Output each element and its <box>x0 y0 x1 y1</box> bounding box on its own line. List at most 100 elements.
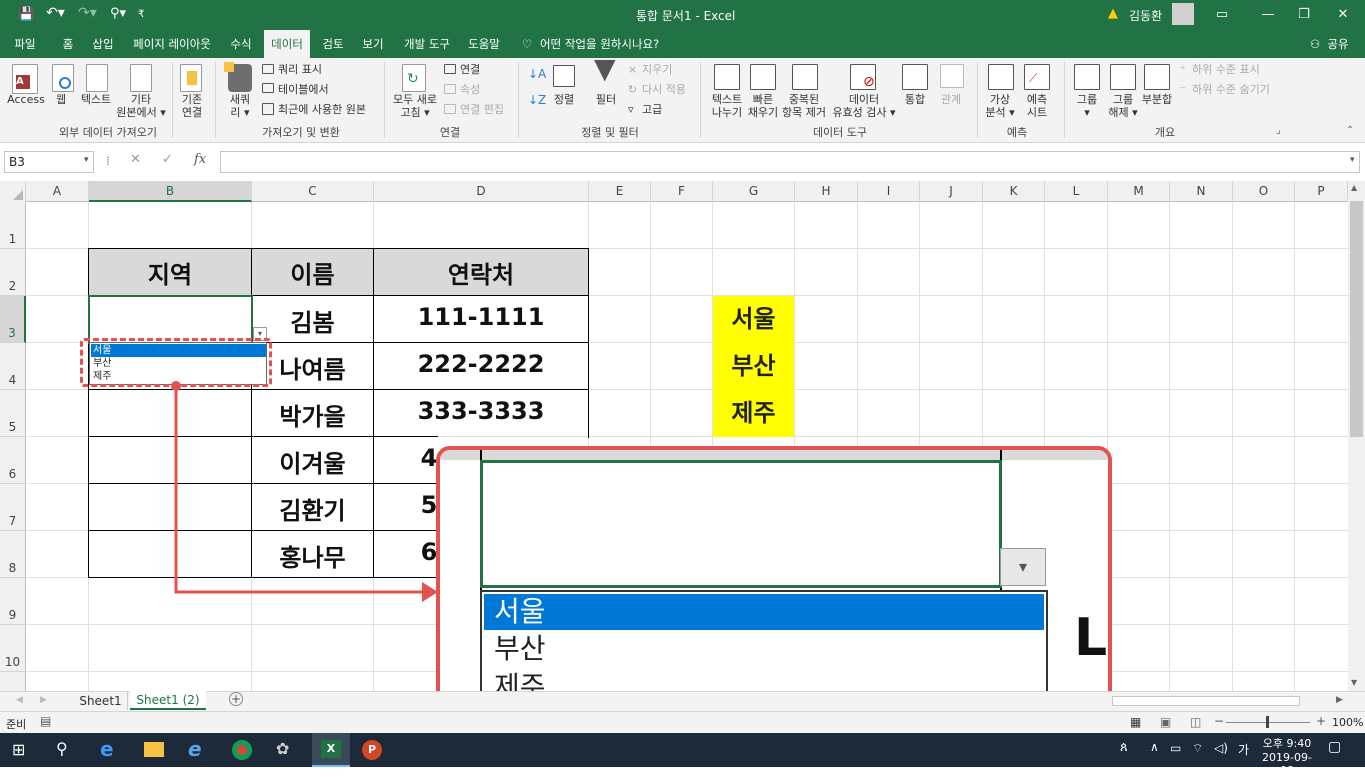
tab-view[interactable]: 보기 <box>358 30 388 58</box>
column-header[interactable]: K <box>983 181 1045 202</box>
row-header[interactable]: 8 <box>0 531 26 578</box>
save-icon[interactable]: 💾 <box>18 7 34 22</box>
tab-help[interactable]: 도움말 <box>464 30 504 58</box>
show-queries-button[interactable]: 쿼리 표시 <box>278 63 322 76</box>
sheet-tab[interactable]: Sheet1 <box>74 692 128 710</box>
scroll-down-icon[interactable]: ▼ <box>1351 678 1357 687</box>
refresh-all-button[interactable]: 모두 새로 고침 ▾ <box>390 93 440 119</box>
tab-file[interactable]: 파일 <box>8 30 42 58</box>
zoom-slider-thumb[interactable] <box>1266 716 1269 728</box>
row-header[interactable]: 5 <box>0 390 26 437</box>
column-header[interactable]: G <box>713 181 795 202</box>
name-cell[interactable]: 김봄 <box>252 303 373 338</box>
sheet-tab-active[interactable]: Sheet1 (2) <box>130 691 206 710</box>
zoom-level[interactable]: 100% <box>1332 716 1363 729</box>
remove-duplicates-button[interactable]: 중복된 항목 제거 <box>780 93 828 119</box>
battery-icon[interactable]: ▭ <box>1170 741 1181 755</box>
ie-icon[interactable]: e <box>188 737 202 761</box>
tab-developer[interactable]: 개발 도구 <box>398 30 456 58</box>
add-sheet-icon[interactable]: + <box>229 692 243 706</box>
zoom-in-icon[interactable]: + <box>1316 714 1326 728</box>
select-all-button[interactable] <box>0 181 26 202</box>
page-break-view-icon[interactable]: ◫ <box>1190 715 1201 729</box>
column-header[interactable]: C <box>252 181 374 202</box>
selected-cell-b3[interactable] <box>88 295 253 344</box>
ime-indicator[interactable]: 가 <box>1238 741 1249 758</box>
source-list-cell[interactable]: 서울 <box>713 296 794 343</box>
share-button[interactable]: 공유 <box>1324 30 1352 58</box>
row-header[interactable]: 10 <box>0 625 26 672</box>
group-button[interactable]: 그룹 ▾ <box>1070 93 1104 119</box>
app-icon[interactable]: ✿ <box>276 739 289 758</box>
volume-icon[interactable]: ◁) <box>1214 741 1228 755</box>
row-header[interactable]: 1 <box>0 202 26 249</box>
column-header[interactable]: I <box>858 181 920 202</box>
column-header[interactable]: B <box>89 181 252 202</box>
name-box[interactable]: B3 <box>4 151 94 173</box>
vertical-scrollbar[interactable]: ▲ ▼ <box>1348 181 1365 691</box>
ribbon-display-icon[interactable]: ▭ <box>1199 0 1245 30</box>
advanced-button[interactable]: 고급 <box>642 103 662 116</box>
text-button[interactable]: 텍스트 <box>78 93 114 106</box>
scroll-up-icon[interactable]: ▲ <box>1351 183 1357 192</box>
horizontal-scrollbar[interactable] <box>1112 696 1300 706</box>
consolidate-button[interactable]: 통합 <box>900 93 930 106</box>
redo-icon[interactable]: ↷▾ <box>78 5 97 21</box>
name-box-dropdown-icon[interactable]: ▾ <box>84 155 89 165</box>
column-header[interactable]: H <box>795 181 858 202</box>
formula-input[interactable] <box>220 151 1360 173</box>
filter-button[interactable]: 필터 <box>590 93 622 106</box>
column-header[interactable]: J <box>920 181 983 202</box>
row-header[interactable]: 4 <box>0 343 26 390</box>
edge-icon[interactable]: e <box>100 737 114 761</box>
clock-time[interactable]: 오후 9:40 <box>1262 735 1312 751</box>
tab-review[interactable]: 검토 <box>318 30 348 58</box>
zoom-out-icon[interactable]: − <box>1214 714 1224 728</box>
user-name[interactable]: 김동환 <box>1129 7 1162 24</box>
subtotal-button[interactable]: 부분합 <box>1138 93 1176 106</box>
header-contact[interactable]: 연락처 <box>374 255 588 290</box>
avatar[interactable] <box>1172 3 1194 25</box>
sort-za-icon[interactable]: ↓Z <box>528 94 546 107</box>
chrome-icon[interactable] <box>232 740 252 760</box>
data-validation-button[interactable]: 데이터 유효성 검사 ▾ <box>830 93 898 119</box>
tab-home[interactable]: 홈 <box>54 30 82 58</box>
clock-date[interactable]: 2019-09-08 <box>1256 751 1318 777</box>
macro-record-icon[interactable]: ▤ <box>40 714 51 728</box>
column-header[interactable]: A <box>26 181 89 202</box>
tab-data[interactable]: 데이터 <box>264 30 310 58</box>
connections-button[interactable]: 연결 <box>460 63 480 76</box>
existing-connections-button[interactable]: 기존 연결 <box>176 93 208 119</box>
column-header[interactable]: P <box>1295 181 1348 202</box>
next-sheet-icon[interactable]: ▶ <box>40 695 47 705</box>
source-list-cell[interactable]: 부산 <box>713 343 794 390</box>
column-header[interactable]: L <box>1045 181 1108 202</box>
collapse-ribbon-icon[interactable]: ⌃ <box>1346 124 1354 137</box>
web-button[interactable]: 웹 <box>48 93 74 106</box>
scroll-thumb[interactable] <box>1350 201 1363 437</box>
column-header[interactable]: D <box>374 181 589 202</box>
windows-start-icon[interactable]: ⊞ <box>12 740 25 759</box>
row-header[interactable]: 9 <box>0 578 26 625</box>
ungroup-button[interactable]: 그룹 해제 ▾ <box>1104 93 1142 119</box>
scroll-right-icon[interactable]: ▶ <box>1336 695 1343 705</box>
people-icon[interactable]: ጰ <box>1120 740 1128 755</box>
row-header[interactable]: 3 <box>0 296 26 343</box>
tab-formulas[interactable]: 수식 <box>226 30 256 58</box>
access-button[interactable]: Access <box>6 93 46 106</box>
prev-sheet-icon[interactable]: ◀ <box>16 695 23 705</box>
column-header[interactable]: O <box>1233 181 1295 202</box>
notification-icon[interactable]: ▢ <box>1328 739 1341 755</box>
source-list-cell[interactable]: 제주 <box>713 390 794 437</box>
excel-taskbar-item[interactable]: X <box>312 733 350 767</box>
recent-sources-button[interactable]: 최근에 사용한 원본 <box>278 103 366 116</box>
row-header[interactable]: 7 <box>0 484 26 531</box>
qat-customize-icon[interactable]: ₹ <box>138 9 144 20</box>
network-icon[interactable]: ⌔ <box>1192 741 1203 756</box>
column-header[interactable]: N <box>1170 181 1233 202</box>
new-query-button[interactable]: 새쿼 리 ▾ <box>222 93 258 119</box>
sort-button[interactable]: 정렬 <box>548 93 580 106</box>
what-if-analysis-button[interactable]: 가상 분석 ▾ <box>982 93 1018 119</box>
row-header[interactable]: 2 <box>0 249 26 296</box>
row-header[interactable]: 6 <box>0 437 26 484</box>
